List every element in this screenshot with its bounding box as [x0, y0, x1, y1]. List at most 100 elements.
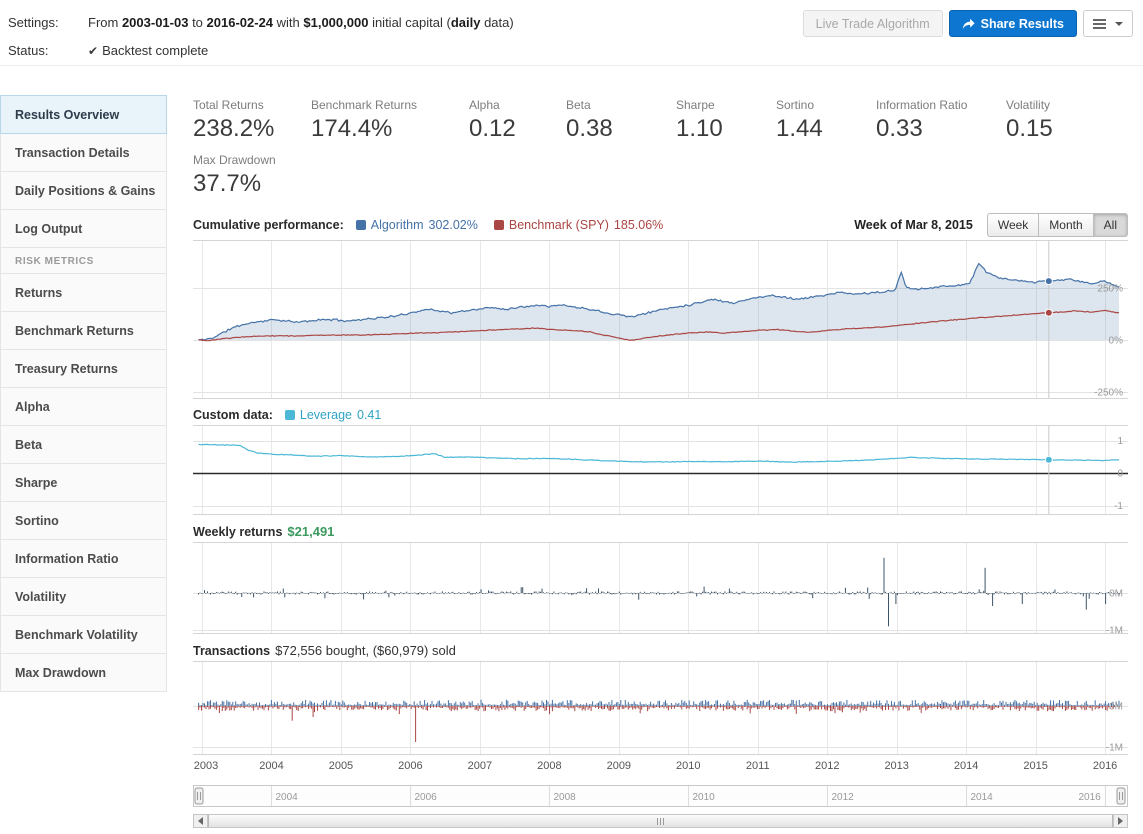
- metric-total-returns: Total Returns 238.2%: [193, 98, 311, 143]
- legend-leverage[interactable]: Leverage 0.41: [285, 408, 381, 422]
- sidebar-item-information-ratio[interactable]: Information Ratio: [0, 539, 167, 578]
- left-arrow-icon: [198, 817, 203, 825]
- sidebar-item-results-overview[interactable]: Results Overview: [0, 95, 167, 134]
- range-selector: Week Month All: [987, 213, 1128, 237]
- legend-algorithm[interactable]: Algorithm 302.02%: [356, 218, 478, 232]
- svg-text:250%: 250%: [1097, 283, 1123, 294]
- list-icon: [1093, 19, 1106, 29]
- hover-week-label: Week of Mar 8, 2015: [854, 218, 973, 232]
- algorithm-swatch: [356, 220, 366, 230]
- leverage-swatch: [285, 410, 295, 420]
- settings-summary: From 2003-01-03 to 2016-02-24 with $1,00…: [88, 15, 514, 30]
- svg-text:0M: 0M: [1109, 701, 1123, 712]
- transactions-header: Transactions $72,556 bought, ($60,979) s…: [193, 643, 1128, 658]
- svg-text:2014: 2014: [954, 760, 978, 772]
- svg-text:-250%: -250%: [1094, 387, 1123, 398]
- results-overview-panel: Total Returns 238.2% Benchmark Returns 1…: [167, 66, 1143, 828]
- sidebar-item-beta[interactable]: Beta: [0, 425, 167, 464]
- x-axis-labels: 2003 2004 2005 2006 2007 2008 2009 2010 2011 2012…: [193, 756, 1128, 777]
- scroll-left-button[interactable]: [194, 815, 208, 827]
- svg-text:2012: 2012: [832, 792, 855, 803]
- sidebar-item-max-drawdown[interactable]: Max Drawdown: [0, 653, 167, 692]
- transactions-value: $72,556 bought, ($60,979) sold: [275, 643, 456, 658]
- metrics-summary-row2: Max Drawdown 37.7%: [193, 153, 1143, 198]
- scroll-thumb[interactable]: [208, 815, 1113, 827]
- metric-information-ratio: Information Ratio 0.33: [876, 98, 1006, 143]
- weekly-returns-value: $21,491: [287, 524, 334, 539]
- caret-down-icon: [1115, 22, 1123, 26]
- sidebar-item-transaction-details[interactable]: Transaction Details: [0, 133, 167, 172]
- svg-text:2003: 2003: [194, 760, 218, 772]
- horizontal-scrollbar[interactable]: [193, 814, 1128, 828]
- live-trade-button[interactable]: Live Trade Algorithm: [803, 10, 943, 37]
- svg-text:-1M: -1M: [1106, 743, 1123, 754]
- metric-max-drawdown: Max Drawdown 37.7%: [193, 153, 276, 198]
- svg-text:0M: 0M: [1109, 589, 1123, 600]
- transactions-chart[interactable]: 0M -1M: [193, 661, 1128, 755]
- sidebar-item-returns[interactable]: Returns: [0, 273, 167, 312]
- sidebar-item-benchmark-returns[interactable]: Benchmark Returns: [0, 311, 167, 350]
- settings-label: Settings:: [8, 15, 88, 30]
- sidebar-item-alpha[interactable]: Alpha: [0, 387, 167, 426]
- svg-text:2008: 2008: [537, 760, 561, 772]
- sidebar-section-risk-metrics: RISK METRICS: [0, 247, 167, 274]
- sidebar-item-treasury-returns[interactable]: Treasury Returns: [0, 349, 167, 388]
- sidebar-item-sharpe[interactable]: Sharpe: [0, 463, 167, 502]
- svg-text:0: 0: [1117, 469, 1123, 480]
- svg-text:2010: 2010: [676, 760, 700, 772]
- share-results-button[interactable]: Share Results: [949, 10, 1077, 37]
- svg-text:0%: 0%: [1109, 335, 1124, 346]
- scroll-track[interactable]: [208, 815, 1113, 827]
- custom-data-header: Custom data: Leverage 0.41: [193, 408, 1128, 422]
- legend-benchmark[interactable]: Benchmark (SPY) 185.06%: [494, 218, 663, 232]
- right-arrow-icon: [1118, 817, 1123, 825]
- metric-volatility: Volatility 0.15: [1006, 98, 1053, 143]
- svg-text:1: 1: [1117, 436, 1123, 447]
- metric-sortino: Sortino 1.44: [776, 98, 876, 143]
- svg-text:2011: 2011: [746, 760, 770, 772]
- svg-text:2004: 2004: [259, 760, 283, 772]
- share-icon: [962, 18, 975, 30]
- svg-text:2010: 2010: [693, 792, 716, 803]
- range-month-button[interactable]: Month: [1038, 213, 1093, 237]
- svg-text:2007: 2007: [468, 760, 492, 772]
- weekly-returns-header: Weekly returns $21,491: [193, 524, 1128, 539]
- svg-text:2012: 2012: [815, 760, 839, 772]
- svg-text:2006: 2006: [415, 792, 438, 803]
- range-all-button[interactable]: All: [1093, 213, 1128, 237]
- status-value: ✔Backtest complete: [88, 43, 208, 58]
- sidebar: Results Overview Transaction Details Dai…: [0, 66, 167, 828]
- scroll-right-button[interactable]: [1113, 815, 1127, 827]
- data-frequency: daily: [451, 15, 481, 30]
- svg-text:2015: 2015: [1023, 760, 1047, 772]
- svg-text:2016: 2016: [1093, 760, 1117, 772]
- report-menu-button[interactable]: [1083, 10, 1133, 37]
- benchmark-swatch: [494, 220, 504, 230]
- leverage-chart[interactable]: 1 0 -1: [193, 425, 1128, 515]
- sidebar-item-daily-positions-gains[interactable]: Daily Positions & Gains: [0, 171, 167, 210]
- weekly-returns-chart[interactable]: 0M-1M: [193, 542, 1128, 634]
- header-actions: Live Trade Algorithm Share Results: [803, 8, 1133, 37]
- sidebar-item-sortino[interactable]: Sortino: [0, 501, 167, 540]
- range-navigator[interactable]: 2004200620082010201220142016: [193, 785, 1128, 810]
- svg-text:2014: 2014: [971, 792, 994, 803]
- status-label: Status:: [8, 43, 88, 58]
- svg-text:-1: -1: [1114, 501, 1123, 512]
- metric-benchmark-returns: Benchmark Returns 174.4%: [311, 98, 469, 143]
- sidebar-item-log-output[interactable]: Log Output: [0, 209, 167, 248]
- sidebar-item-benchmark-volatility[interactable]: Benchmark Volatility: [0, 615, 167, 654]
- weekly-returns-title: Weekly returns: [193, 525, 282, 539]
- svg-text:2004: 2004: [276, 792, 299, 803]
- run-settings: Settings: From 2003-01-03 to 2016-02-24 …: [8, 8, 514, 64]
- metric-sharpe: Sharpe 1.10: [676, 98, 776, 143]
- check-icon: ✔: [88, 44, 98, 58]
- range-week-button[interactable]: Week: [987, 213, 1039, 237]
- svg-text:2005: 2005: [329, 760, 353, 772]
- cumulative-performance-chart[interactable]: 250% 0% -250%: [193, 240, 1128, 399]
- metrics-summary-row1: Total Returns 238.2% Benchmark Returns 1…: [193, 98, 1143, 143]
- start-date: 2003-01-03: [122, 15, 189, 30]
- svg-text:2009: 2009: [607, 760, 631, 772]
- svg-text:2006: 2006: [398, 760, 422, 772]
- cumulative-header: Cumulative performance: Algorithm 302.02…: [193, 213, 1128, 237]
- sidebar-item-volatility[interactable]: Volatility: [0, 577, 167, 616]
